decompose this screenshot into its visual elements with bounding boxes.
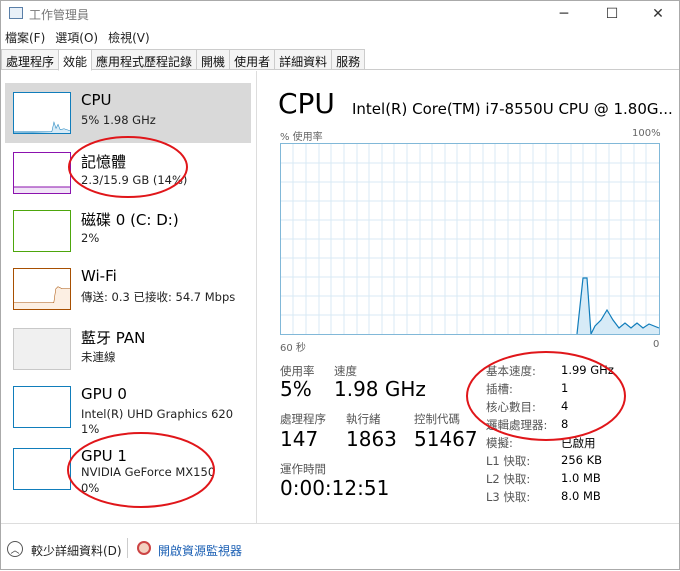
spec-value: 1 bbox=[561, 381, 569, 395]
chevron-up-icon[interactable]: ︿ bbox=[7, 541, 23, 557]
resource-item-disk[interactable]: 磁碟 0 (C: D:) 2% bbox=[5, 201, 251, 261]
maximize-button[interactable]: ☐ bbox=[589, 1, 635, 27]
processes-label: 處理程序 bbox=[280, 412, 326, 426]
spec-label: 基本速度: bbox=[486, 364, 536, 378]
open-resource-monitor-link[interactable]: 開啟資源監視器 bbox=[158, 542, 242, 559]
resource-name: CPU bbox=[81, 91, 112, 109]
resource-detail: 傳送: 0.3 已接收: 54.7 Mbps bbox=[81, 290, 236, 304]
threads-value: 1863 bbox=[346, 427, 397, 451]
resource-name: GPU 0 bbox=[81, 385, 127, 403]
resource-detail: Intel(R) UHD Graphics 620 bbox=[81, 407, 234, 421]
spec-value: 1.0 MB bbox=[561, 471, 601, 485]
cpu-model-name: Intel(R) Core(TM) i7-8550U CPU @ 1.80G..… bbox=[352, 100, 673, 118]
resource-detail: NVIDIA GeForce MX150 bbox=[81, 465, 216, 479]
tab-startup[interactable]: 開機 bbox=[196, 49, 231, 69]
memory-thumbnail-graph bbox=[13, 152, 71, 194]
tab-performance[interactable]: 效能 bbox=[58, 49, 93, 71]
resource-detail: 2% bbox=[81, 231, 100, 245]
cpu-usage-graph bbox=[280, 143, 660, 337]
graph-y-max: 100% bbox=[632, 128, 661, 139]
resource-detail: 2.3/15.9 GB (14%) bbox=[81, 173, 188, 187]
bluetooth-thumbnail-graph bbox=[13, 328, 71, 370]
detail-title: CPU bbox=[278, 87, 335, 120]
spec-value: 8 bbox=[561, 417, 569, 431]
spec-value: 256 KB bbox=[561, 453, 603, 467]
spec-label: L3 快取: bbox=[486, 490, 531, 504]
graph-y-label: % 使用率 bbox=[280, 132, 323, 143]
spec-value: 已啟用 bbox=[561, 436, 596, 450]
resource-item-gpu1[interactable]: GPU 1 NVIDIA GeForce MX150 0% bbox=[5, 439, 251, 499]
resource-monitor-icon[interactable] bbox=[137, 541, 151, 555]
menu-view[interactable]: 檢視(V) bbox=[104, 29, 156, 47]
menu-bar: 檔案(F) 選項(O) 檢視(V) bbox=[1, 29, 156, 47]
cpu-usage-graph-svg bbox=[281, 144, 660, 337]
threads-label: 執行緒 bbox=[346, 412, 381, 426]
cpu-thumbnail-graph bbox=[13, 92, 71, 134]
task-manager-window: 工作管理員 ─ ☐ ✕ 檔案(F) 選項(O) 檢視(V) 處理程序 效能 應用… bbox=[0, 0, 680, 570]
resource-name: 藍牙 PAN bbox=[81, 329, 146, 347]
spec-value: 1.99 GHz bbox=[561, 363, 614, 377]
bottom-bar: ︿ 較少詳細資料(D) 開啟資源監視器 bbox=[1, 523, 679, 569]
spec-value: 4 bbox=[561, 399, 569, 413]
graph-x-min: 0 bbox=[653, 339, 660, 350]
fewer-details-button[interactable]: 較少詳細資料(D) bbox=[31, 542, 122, 559]
resource-detail-2: 0% bbox=[81, 481, 100, 495]
gpu0-thumbnail-graph bbox=[13, 386, 71, 428]
menu-file[interactable]: 檔案(F) bbox=[1, 29, 51, 47]
handles-value: 51467 bbox=[414, 427, 478, 451]
resource-name: GPU 1 bbox=[81, 447, 127, 465]
resource-detail: 5% 1.98 GHz bbox=[81, 113, 156, 127]
wifi-thumbnail-graph bbox=[13, 268, 71, 310]
spec-label: L1 快取: bbox=[486, 454, 531, 468]
task-manager-app-icon bbox=[9, 7, 23, 19]
resource-item-memory[interactable]: 記憶體 2.3/15.9 GB (14%) bbox=[5, 143, 251, 203]
menu-options[interactable]: 選項(O) bbox=[51, 29, 104, 47]
uptime-value: 0:00:12:51 bbox=[280, 476, 390, 500]
processes-value: 147 bbox=[280, 427, 319, 451]
spec-label: 邏輯處理器: bbox=[486, 418, 548, 432]
resource-list: CPU 5% 1.98 GHz 記憶體 2.3/15.9 GB (14%) 磁碟… bbox=[1, 71, 257, 523]
disk-thumbnail-graph bbox=[13, 210, 71, 252]
spec-label: 模擬: bbox=[486, 436, 513, 450]
tab-users[interactable]: 使用者 bbox=[229, 49, 276, 69]
tab-strip: 處理程序 效能 應用程式歷程記錄 開機 使用者 詳細資料 服務 bbox=[1, 49, 679, 71]
resource-name: Wi-Fi bbox=[81, 267, 117, 285]
resource-item-bluetooth-pan[interactable]: 藍牙 PAN 未連線 bbox=[5, 319, 251, 379]
handles-label: 控制代碼 bbox=[414, 412, 460, 426]
resource-item-cpu[interactable]: CPU 5% 1.98 GHz bbox=[5, 83, 251, 143]
resource-name: 記憶體 bbox=[81, 153, 127, 171]
resource-name: 磁碟 0 (C: D:) bbox=[81, 211, 179, 229]
graph-x-label: 60 秒 bbox=[280, 343, 306, 354]
spec-label: 插槽: bbox=[486, 382, 513, 396]
window-title: 工作管理員 bbox=[29, 8, 90, 22]
cpu-detail-pane: CPU Intel(R) Core(TM) i7-8550U CPU @ 1.8… bbox=[258, 71, 679, 523]
tab-processes[interactable]: 處理程序 bbox=[1, 49, 60, 69]
speed-value: 1.98 GHz bbox=[334, 377, 426, 401]
gpu1-thumbnail-graph bbox=[13, 448, 71, 490]
minimize-button[interactable]: ─ bbox=[541, 1, 587, 27]
tab-details[interactable]: 詳細資料 bbox=[274, 49, 333, 69]
resource-detail-2: 1% bbox=[81, 422, 100, 436]
usage-value: 5% bbox=[280, 377, 312, 401]
resource-item-wifi[interactable]: Wi-Fi 傳送: 0.3 已接收: 54.7 Mbps bbox=[5, 259, 251, 319]
tab-services[interactable]: 服務 bbox=[331, 49, 366, 69]
divider bbox=[127, 538, 128, 558]
spec-label: L2 快取: bbox=[486, 472, 531, 486]
resource-item-gpu0[interactable]: GPU 0 Intel(R) UHD Graphics 620 1% bbox=[5, 377, 251, 437]
title-bar[interactable]: 工作管理員 ─ ☐ ✕ bbox=[1, 1, 679, 27]
spec-value: 8.0 MB bbox=[561, 489, 601, 503]
spec-label: 核心數目: bbox=[486, 400, 536, 414]
close-button[interactable]: ✕ bbox=[635, 1, 680, 27]
uptime-label: 運作時間 bbox=[280, 462, 326, 476]
resource-detail: 未連線 bbox=[81, 350, 116, 364]
tab-app-history[interactable]: 應用程式歷程記錄 bbox=[91, 49, 198, 69]
